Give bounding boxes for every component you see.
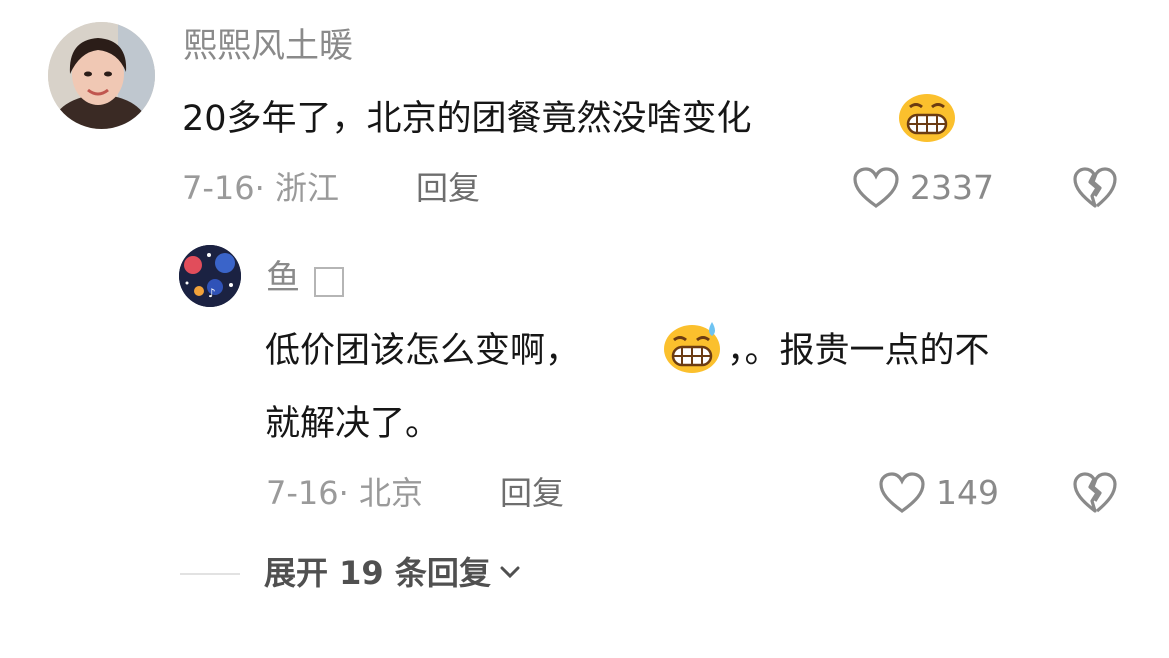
reply-reply-button[interactable]: 回复 — [500, 473, 564, 513]
reply-text-line1-a: 低价团该怎么变啊， — [265, 331, 581, 371]
expand-replies-label: 展开 19 条回复 — [264, 554, 491, 592]
reply-avatar[interactable]: ♪ — [179, 245, 241, 307]
comment-meta: 7-16· 浙江 — [182, 169, 339, 207]
divider — [180, 573, 240, 575]
badge-box-icon — [314, 267, 344, 297]
reply-like-count: 149 — [936, 473, 999, 512]
svg-text:♪: ♪ — [208, 286, 216, 300]
avatar[interactable] — [48, 22, 155, 129]
reply-username[interactable]: 鱼 — [266, 258, 300, 298]
reply-button[interactable]: 回复 — [416, 168, 480, 208]
heart-icon[interactable] — [852, 166, 900, 210]
broken-heart-icon[interactable] — [1072, 471, 1118, 515]
reply-text-line2: 就解决了。 — [265, 404, 441, 444]
broken-heart-icon[interactable] — [1072, 166, 1118, 210]
comment-username[interactable]: 熙熙风土暖 — [183, 26, 353, 66]
comment-text: 20多年了，北京的团餐竟然没啥变化 — [182, 95, 752, 143]
grinning-sweat-icon — [662, 320, 724, 374]
chevron-down-icon — [499, 564, 521, 583]
heart-icon[interactable] — [878, 471, 926, 515]
expand-replies-button[interactable]: 展开 19 条回复 — [264, 553, 521, 593]
grinning-face-icon — [898, 93, 956, 143]
like-count: 2337 — [910, 168, 994, 207]
reply-username-text: 鱼 — [266, 258, 300, 298]
comment-text-body: 20多年了，北京的团餐竟然没啥变化 — [182, 99, 752, 139]
reply-text-line1-b: ，。报贵一点的不 — [727, 331, 990, 371]
reply-meta: 7-16· 北京 — [266, 474, 423, 512]
